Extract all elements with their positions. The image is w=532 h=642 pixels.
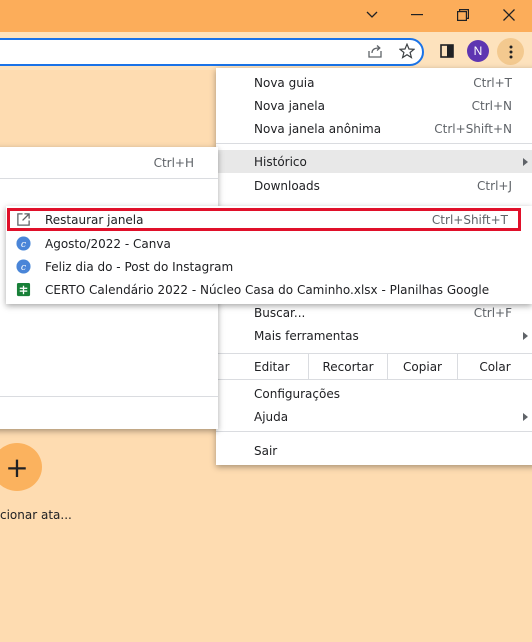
edit-row: Editar Recortar Copiar Colar: [216, 353, 532, 380]
recent-item-label: Agosto/2022 - Canva: [45, 236, 171, 251]
canva-icon: c: [16, 236, 31, 251]
menu-divider: [0, 396, 218, 397]
add-shortcut-label: cionar ata...: [0, 508, 72, 522]
menu-item-label: Nova guia: [254, 75, 315, 90]
canva-icon: c: [16, 259, 31, 274]
menu-item-label: Ajuda: [254, 409, 289, 424]
cut-button[interactable]: Recortar: [308, 354, 387, 379]
menu-item-shortcut: Ctrl+J: [477, 178, 512, 193]
menu-divider: [0, 178, 218, 179]
side-panel-icon[interactable]: [435, 39, 459, 63]
menu-divider: [216, 431, 532, 432]
recently-closed-menu: Restaurar janela Ctrl+Shift+T c Agosto/2…: [6, 206, 532, 304]
submenu-arrow-icon: [523, 331, 528, 340]
title-bar: [0, 0, 532, 32]
history-menu-item[interactable]: Ctrl+H: [0, 151, 218, 174]
menu-divider: [216, 143, 532, 144]
menu-item-more-tools[interactable]: Mais ferramentas: [216, 324, 532, 347]
restore-icon[interactable]: [440, 0, 486, 30]
add-shortcut-button[interactable]: +: [0, 443, 42, 491]
minimize-icon[interactable]: [394, 0, 440, 30]
plus-icon: +: [5, 450, 29, 484]
menu-item-new-window[interactable]: Nova janela Ctrl+N: [216, 94, 532, 117]
menu-item-shortcut: Ctrl+N: [471, 98, 512, 113]
menu-item-label: Buscar...: [254, 305, 306, 320]
menu-item-shortcut: Ctrl+T: [473, 75, 512, 90]
chevron-down-icon[interactable]: [349, 0, 395, 30]
share-icon[interactable]: [363, 39, 387, 63]
menu-item-label: Sair: [254, 443, 278, 458]
submenu-arrow-icon: [523, 157, 528, 166]
menu-item-history[interactable]: Histórico: [216, 150, 532, 173]
menu-item-help[interactable]: Ajuda: [216, 405, 532, 428]
paste-button[interactable]: Colar: [457, 354, 532, 379]
toolbar: [0, 32, 532, 70]
menu-item-incognito[interactable]: Nova janela anônima Ctrl+Shift+N: [216, 117, 532, 140]
menu-item-shortcut: Ctrl+F: [473, 305, 512, 320]
svg-text:c: c: [21, 239, 27, 250]
menu-item-shortcut: Ctrl+H: [153, 155, 194, 170]
recent-item-canva-2[interactable]: c Feliz dia do - Post do Instagram: [6, 255, 532, 278]
menu-item-label: Nova janela anônima: [254, 121, 382, 136]
menu-item-label: Nova janela: [254, 98, 325, 113]
copy-button[interactable]: Copiar: [387, 354, 457, 379]
more-vertical-icon[interactable]: [497, 38, 524, 65]
address-bar[interactable]: [0, 38, 424, 66]
submenu-arrow-icon: [523, 412, 528, 421]
menu-item-label: Configurações: [254, 386, 340, 401]
avatar-letter: N: [473, 44, 483, 58]
menu-item-label: Histórico: [254, 154, 307, 169]
svg-text:c: c: [21, 262, 27, 273]
menu-item-settings[interactable]: Configurações: [216, 382, 532, 405]
menu-item-find[interactable]: Buscar... Ctrl+F: [216, 301, 532, 324]
menu-item-new-tab[interactable]: Nova guia Ctrl+T: [216, 71, 532, 94]
edit-label: Editar: [254, 359, 290, 374]
profile-avatar[interactable]: N: [467, 40, 489, 62]
recent-item-sheets[interactable]: CERTO Calendário 2022 - Núcleo Casa do C…: [6, 278, 532, 301]
recent-item-canva-1[interactable]: c Agosto/2022 - Canva: [6, 232, 532, 255]
recent-item-label: Feliz dia do - Post do Instagram: [45, 259, 234, 274]
menu-item-downloads[interactable]: Downloads Ctrl+J: [216, 174, 532, 197]
menu-item-exit[interactable]: Sair: [216, 439, 532, 462]
menu-item-label: Downloads: [254, 178, 320, 193]
menu-item-label: Mais ferramentas: [254, 328, 359, 343]
close-icon[interactable]: [486, 0, 532, 30]
menu-item-shortcut: Ctrl+Shift+N: [434, 121, 512, 136]
highlight-box: [7, 208, 521, 231]
recent-item-label: CERTO Calendário 2022 - Núcleo Casa do C…: [45, 282, 490, 297]
star-icon[interactable]: [395, 39, 419, 63]
sheets-icon: [16, 282, 31, 297]
